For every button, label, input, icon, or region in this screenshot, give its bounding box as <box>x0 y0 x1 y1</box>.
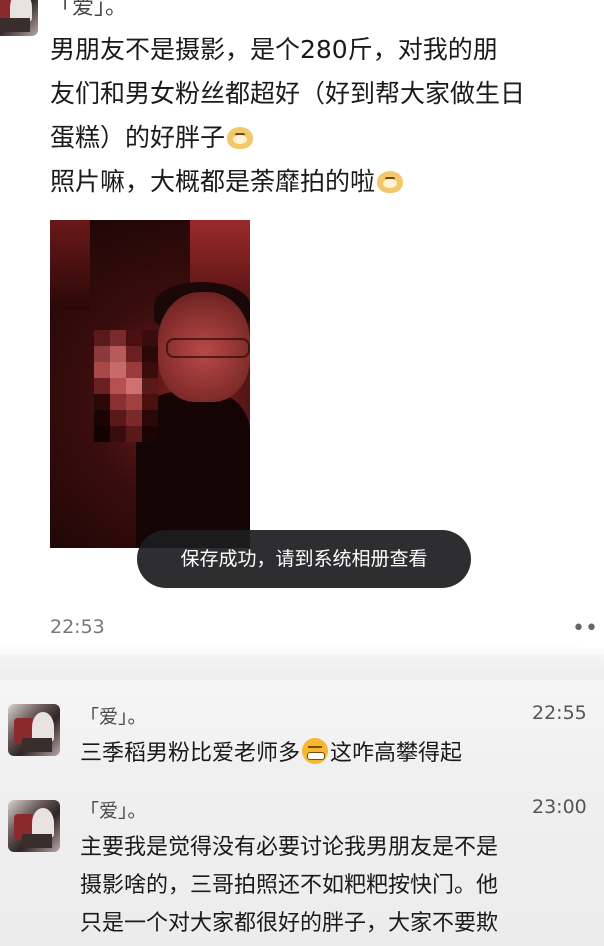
comment-line-1: 主要我是觉得没有必要讨论我男朋友是不是 <box>80 835 499 860</box>
comment-line-2: 摄影啥的，三哥拍照还不如粑粑按快门。他 <box>80 873 499 898</box>
comment-timestamp: 22:55 <box>532 702 587 724</box>
message-timestamp: 22:53 <box>50 616 105 638</box>
comment-text: 三季稻男粉比爱老师多 这咋高攀得起 <box>80 736 462 772</box>
panel-fade <box>0 640 604 680</box>
message-line-1: 男朋友不是摄影，是个280斤，对我的朋 <box>50 35 498 64</box>
glasses-shape <box>166 338 250 358</box>
message-line-3: 蛋糕）的好胖子 <box>50 118 254 157</box>
comment-text-part-1: 三季稻男粉比爱老师多 <box>80 741 301 766</box>
pixelated-region <box>94 330 158 450</box>
more-options-button[interactable]: •• <box>566 612 604 648</box>
comment-text-part-2: 这咋高攀得起 <box>330 741 463 766</box>
avatar[interactable] <box>8 704 60 756</box>
avatar[interactable] <box>0 0 38 36</box>
avatar[interactable] <box>8 800 60 852</box>
comment-sender-name[interactable]: 「爱」。 <box>80 796 147 823</box>
comment-sender-name[interactable]: 「爱」。 <box>80 702 147 729</box>
save-success-toast: 保存成功，请到系统相册查看 <box>137 530 471 588</box>
message-line-4-text: 照片嘛，大概都是荼靡拍的啦 <box>50 167 376 196</box>
message-line-2: 友们和男女粉丝都超好（好到帮大家做生日 <box>50 79 526 108</box>
doge-cat-icon <box>227 127 254 149</box>
grimace-icon <box>302 738 329 764</box>
comment-line-3: 只是一个对大家都很好的胖子，大家不要欺 <box>80 911 499 936</box>
comment-timestamp: 23:00 <box>532 796 587 818</box>
doge-cat-icon <box>377 171 404 193</box>
photo-thumbnail[interactable] <box>50 220 250 548</box>
sender-name-top: 「爱」。 <box>50 0 128 20</box>
message-line-4: 照片嘛，大概都是荼靡拍的啦 <box>50 162 404 201</box>
message-line-3-text: 蛋糕）的好胖子 <box>50 123 226 152</box>
